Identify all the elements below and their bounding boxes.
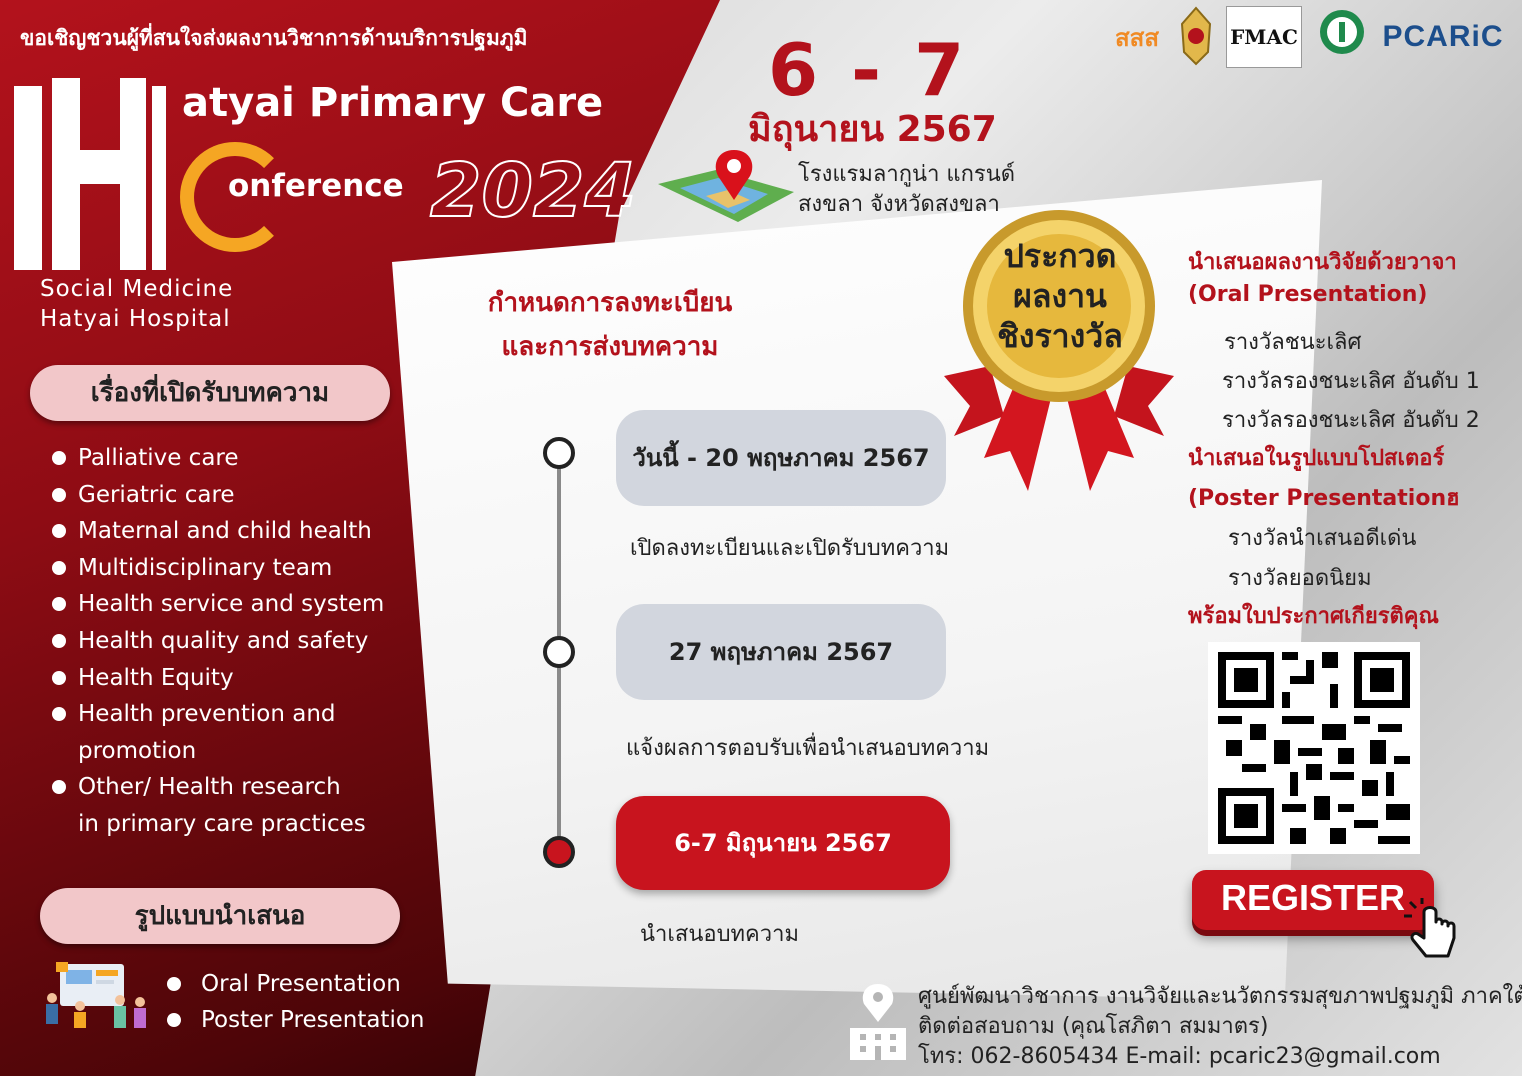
invite-headline: ขอเชิญชวนผู้ที่สนใจส่งผลงานวิชาการด้านบร… — [20, 26, 528, 50]
schedule-heading-line1: กำหนดการลงทะเบียน — [487, 288, 733, 318]
topic-item: Palliative care — [50, 440, 430, 477]
schedule-heading-line2: และการส่งบทความ — [501, 332, 719, 362]
topic-list: Palliative care Geriatric care Maternal … — [50, 440, 430, 843]
timeline-node-active — [543, 836, 575, 868]
registration-qr-code[interactable] — [1208, 642, 1420, 854]
format-item: Oral Presentation — [165, 966, 425, 1002]
topic-item: Health Equity — [50, 660, 430, 697]
fmac-logo: FMAC — [1226, 6, 1302, 68]
oral-award-subheading: (Oral Presentation) — [1188, 282, 1428, 307]
location-building-icon — [850, 984, 906, 1060]
conference-title-line2: onference — [228, 168, 404, 204]
timeline-node — [543, 636, 575, 668]
conference-title-line1: atyai Primary Care — [182, 80, 604, 126]
topic-item: Health quality and safety — [50, 623, 430, 660]
poster-award-heading: นำเสนอในรูปแบบโปสเตอร์ — [1188, 446, 1445, 471]
topic-item-continued: in primary care practices — [78, 810, 366, 837]
format-list: Oral Presentation Poster Presentation — [165, 966, 425, 1038]
org-name-line2: Hatyai Hospital — [40, 306, 231, 332]
topics-heading: เรื่องที่เปิดรับบทความ — [30, 365, 390, 421]
map-pin-icon — [658, 150, 794, 222]
timeline-desc: เปิดลงทะเบียนและเปิดรับบทความ — [630, 536, 950, 561]
award-item: รางวัลยอดนิยม — [1228, 566, 1372, 591]
topic-item: Other/ Health research — [50, 769, 430, 806]
topic-item: Geriatric care — [50, 477, 430, 514]
pcaric-logo: PCARiC — [1382, 20, 1504, 53]
award-item: รางวัลนำเสนอดีเด่น — [1228, 526, 1417, 551]
topic-item: Health service and system — [50, 586, 430, 623]
timeline-node — [543, 437, 575, 469]
qr-code-icon — [1218, 652, 1410, 844]
timeline-desc: แจ้งผลการตอบรับเพื่อนำเสนอบทความ — [626, 736, 990, 761]
award-item: รางวัลรองชนะเลิศ อันดับ 2 — [1222, 408, 1480, 433]
timeline-date-pill: วันนี้ - 20 พฤษภาคม 2567 — [616, 410, 946, 506]
topic-item: Multidisciplinary team — [50, 550, 430, 587]
medal-line2: ผลงาน — [1013, 277, 1107, 315]
hand-cursor-icon — [1404, 898, 1456, 958]
medal-line3: ชิงรางวัล — [997, 317, 1123, 355]
presentation-people-icon — [46, 962, 146, 1028]
org-name-line1: Social Medicine — [40, 276, 234, 302]
timeline-desc: นำเสนอบทความ — [640, 922, 799, 947]
topic-item: Health prevention and — [50, 696, 430, 733]
topic-item-continued: promotion — [78, 737, 197, 764]
oral-award-heading: นำเสนอผลงานวิจัยด้วยวาจา — [1188, 250, 1457, 275]
formats-heading: รูปแบบนำเสนอ — [40, 888, 400, 944]
poster-award-subheading: (Poster Presentationฮ — [1188, 486, 1460, 511]
medal-line1: ประกวด — [1003, 237, 1117, 275]
moph-seal-icon — [1320, 10, 1364, 54]
timeline-date-pill: 27 พฤษภาคม 2567 — [616, 604, 946, 700]
university-seal-icon — [1180, 6, 1212, 66]
certificate-note: พร้อมใบประกาศเกียรติคุณ — [1188, 604, 1439, 629]
register-button[interactable]: REGISTER — [1192, 870, 1434, 930]
sponsor-logos: สสส FMAC PCARiC — [1108, 6, 1518, 70]
award-item: รางวัลชนะเลิศ — [1224, 330, 1362, 355]
thaihealth-logo: สสส — [1115, 23, 1159, 52]
conference-h-logo — [14, 78, 166, 270]
contact-phone-email: โทร: 062-8605434 E-mail: pcaric23@gmail.… — [918, 1044, 1441, 1069]
format-item: Poster Presentation — [165, 1002, 425, 1038]
timeline-date-pill-active: 6-7 มิถุนายน 2567 — [616, 796, 950, 890]
medal-text: ประกวด ผลงาน ชิงรางวัล — [972, 236, 1148, 356]
conference-year: 2024 — [429, 147, 637, 235]
award-item: รางวัลรองชนะเลิศ อันดับ 1 — [1222, 369, 1480, 394]
topic-item: Maternal and child health — [50, 513, 430, 550]
